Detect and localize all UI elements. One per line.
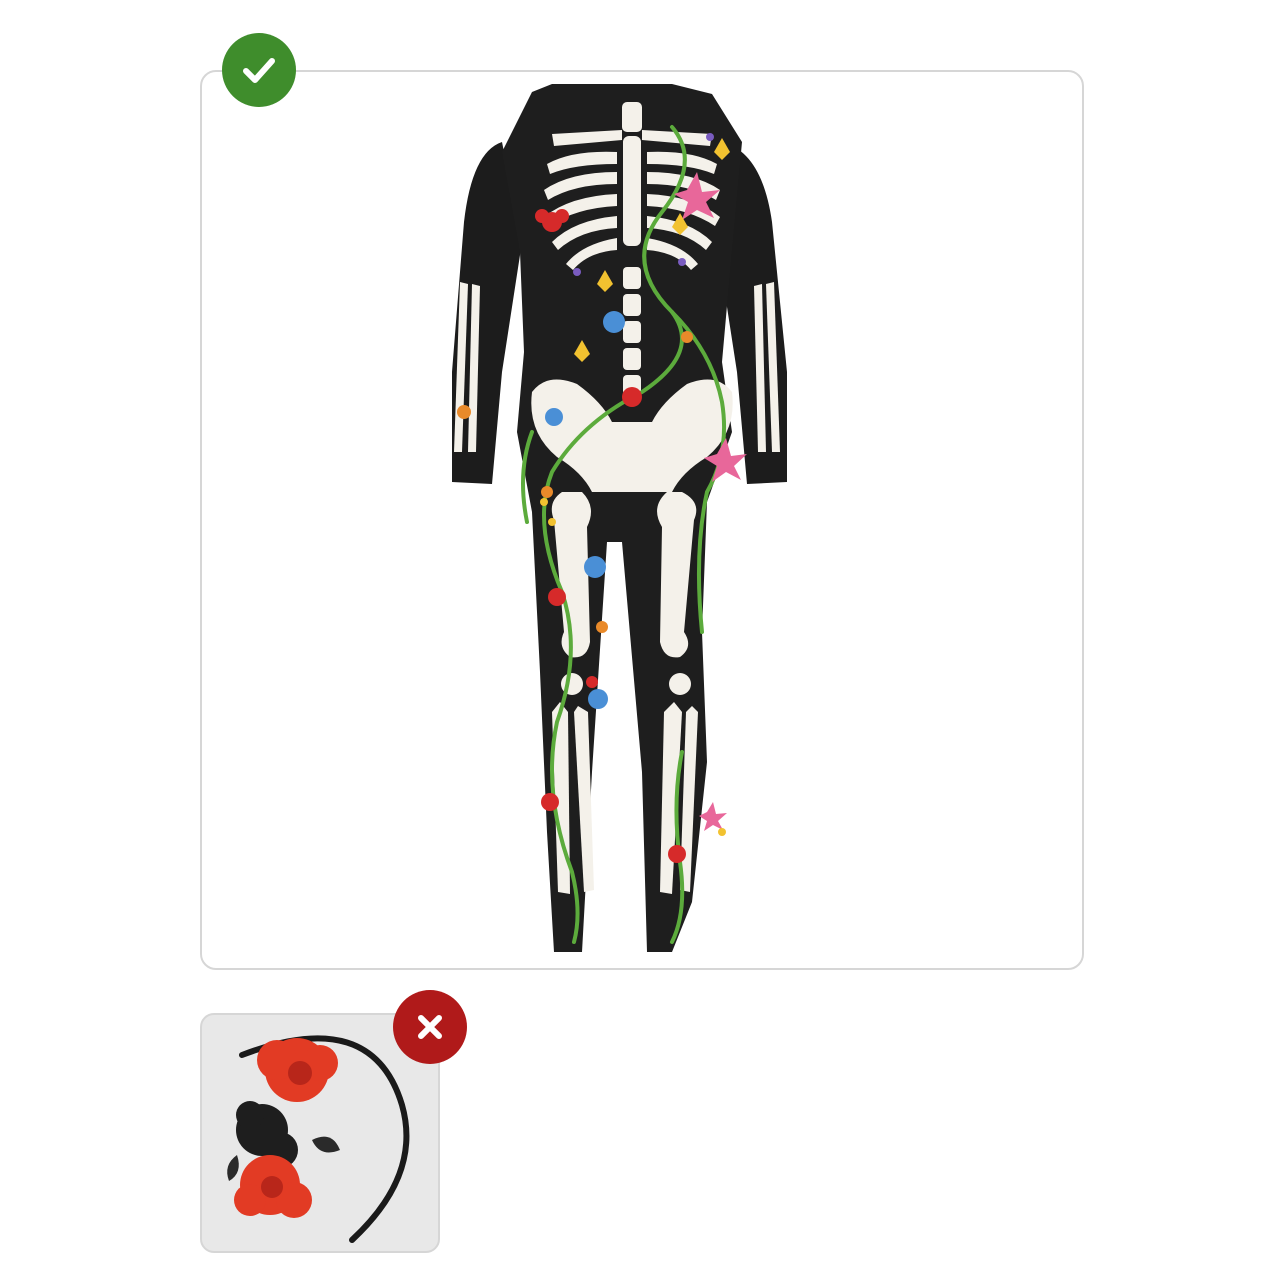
included-product-card	[200, 70, 1084, 970]
checkmark-icon	[222, 33, 296, 107]
skeleton-jumpsuit-image	[452, 84, 787, 952]
x-mark-icon	[393, 990, 467, 1064]
jumpsuit-silhouette	[452, 84, 787, 952]
